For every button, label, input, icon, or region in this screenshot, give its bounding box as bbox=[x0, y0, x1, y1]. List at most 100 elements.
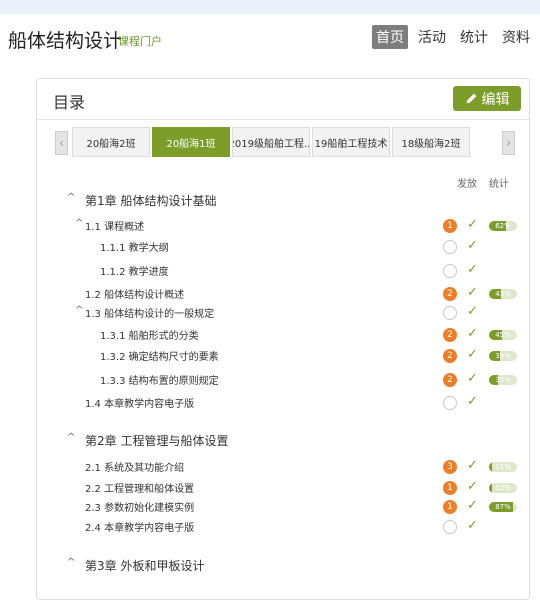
check-icon: ✓ bbox=[467, 238, 478, 253]
site-header: 船体结构设计 课程门户 首页 活动 统计 资料 bbox=[0, 14, 540, 62]
class-tab[interactable]: 2019级船舶工程... bbox=[232, 127, 310, 157]
class-tab[interactable]: 18级船海2班 bbox=[392, 127, 470, 157]
toc-item[interactable]: 1.3.2 确定结构尺寸的要素 2 ✓ 39% bbox=[37, 346, 529, 366]
class-tab[interactable]: 20船海2班 bbox=[72, 127, 150, 157]
toc-item[interactable]: 2.2 工程管理和船体设置 1 ✓ 12% bbox=[37, 478, 529, 498]
check-icon: ✓ bbox=[467, 285, 478, 300]
toc-item-label[interactable]: 1.1.1 教学大纲 bbox=[100, 239, 169, 254]
course-portal-label[interactable]: 课程门户 bbox=[118, 33, 162, 49]
empty-count-icon bbox=[443, 240, 457, 254]
check-icon: ✓ bbox=[467, 347, 478, 362]
toc-chapter[interactable]: ^ 第1章 船体结构设计基础 bbox=[37, 190, 529, 210]
check-icon: ✓ bbox=[467, 394, 478, 409]
class-tabs: ‹ 20船海2班 20船海1班 2019级船舶工程... 19船舶工程技术 18级船海2… bbox=[51, 127, 517, 157]
edit-button-label: 编辑 bbox=[481, 91, 510, 108]
completion-percent: 43% bbox=[489, 289, 517, 299]
toc-item[interactable]: 2.4 本章教学内容电子版 ✓ bbox=[37, 517, 529, 537]
check-icon: ✓ bbox=[467, 458, 478, 473]
toc-item[interactable]: 2.3 参数初始化建模实例 1 ✓ 87% bbox=[37, 497, 529, 517]
toc-item[interactable]: ^ 1.3 船体结构设计的一般规定 ✓ bbox=[37, 303, 529, 323]
completion-percent: 33% bbox=[489, 375, 517, 385]
nav-materials[interactable]: 资料 bbox=[498, 25, 534, 49]
panel-title: 目录 bbox=[53, 93, 86, 112]
activity-count-badge[interactable]: 2 bbox=[443, 328, 457, 342]
completion-text: 11% bbox=[495, 463, 511, 471]
toc-item[interactable]: 1.3.1 船舶形式的分类 2 ✓ 45% bbox=[37, 325, 529, 345]
pencil-icon bbox=[466, 93, 476, 104]
toc-item-label[interactable]: 2.3 参数初始化建模实例 bbox=[85, 499, 194, 514]
completion-text: 45% bbox=[495, 331, 511, 339]
check-icon: ✓ bbox=[467, 479, 478, 494]
completion-text: 39% bbox=[495, 352, 511, 360]
panel-header: 目录 编辑 bbox=[37, 79, 529, 120]
empty-count-icon bbox=[443, 306, 457, 320]
toc-item-label[interactable]: 1.3.3 结构布置的原则规定 bbox=[100, 372, 219, 387]
activity-count-badge[interactable]: 1 bbox=[443, 500, 457, 514]
toc-item-label[interactable]: 2.1 系统及其功能介绍 bbox=[85, 459, 184, 474]
toc-item-label[interactable]: 2.4 本章教学内容电子版 bbox=[85, 519, 194, 534]
check-icon: ✓ bbox=[467, 262, 478, 277]
toc-item-label[interactable]: 2.2 工程管理和船体设置 bbox=[85, 480, 194, 495]
toc-panel: 目录 编辑 ‹ 20船海2班 20船海1班 2019级船舶工程... 19船舶工程技术… bbox=[36, 78, 530, 600]
toc-item[interactable]: ^ 1.1 课程概述 1 ✓ 62% bbox=[37, 216, 529, 236]
course-title[interactable]: 船体结构设计 bbox=[8, 26, 122, 53]
toc-item[interactable]: 1.3.3 结构布置的原则规定 2 ✓ 33% bbox=[37, 370, 529, 390]
activity-count-badge[interactable]: 1 bbox=[443, 219, 457, 233]
toc-item-label[interactable]: 1.2 船体结构设计概述 bbox=[85, 286, 184, 301]
nav-stats[interactable]: 统计 bbox=[456, 25, 492, 49]
completion-percent: 12% bbox=[489, 483, 517, 493]
toc-item-label[interactable]: 1.3.2 确定结构尺寸的要素 bbox=[100, 348, 219, 363]
activity-count-badge[interactable]: 1 bbox=[443, 481, 457, 495]
toc-item-label[interactable]: 1.1 课程概述 bbox=[85, 218, 144, 233]
completion-text: 62% bbox=[495, 222, 511, 230]
tabs-next-arrow-icon[interactable]: › bbox=[502, 131, 515, 155]
toc-item-label[interactable]: 第2章 工程管理与船体设置 bbox=[85, 432, 228, 449]
activity-count-badge[interactable]: 2 bbox=[443, 349, 457, 363]
activity-count-badge[interactable]: 3 bbox=[443, 460, 457, 474]
class-tab[interactable]: 20船海1班 bbox=[152, 127, 230, 157]
completion-percent: 87% bbox=[489, 502, 517, 512]
activity-count-badge[interactable]: 2 bbox=[443, 287, 457, 301]
check-icon: ✓ bbox=[467, 518, 478, 533]
completion-percent: 11% bbox=[489, 462, 517, 472]
class-tab[interactable]: 19船舶工程技术 bbox=[312, 127, 390, 157]
toc-item[interactable]: 1.1.1 教学大纲 ✓ bbox=[37, 237, 529, 257]
toc-item-label[interactable]: 1.3.1 船舶形式的分类 bbox=[100, 327, 199, 342]
caret-up-icon[interactable]: ^ bbox=[67, 192, 75, 203]
completion-percent: 62% bbox=[489, 221, 517, 231]
toc-item[interactable]: 1.2 船体结构设计概述 2 ✓ 43% bbox=[37, 284, 529, 304]
toc-item-label[interactable]: 第1章 船体结构设计基础 bbox=[85, 192, 216, 209]
nav-home[interactable]: 首页 bbox=[372, 25, 408, 49]
toc-item-label[interactable]: 1.3 船体结构设计的一般规定 bbox=[85, 305, 214, 320]
tab-list: 20船海2班 20船海1班 2019级船舶工程... 19船舶工程技术 18级船海2班 bbox=[72, 127, 472, 157]
empty-count-icon bbox=[443, 396, 457, 410]
toc-item[interactable]: 2.1 系统及其功能介绍 3 ✓ 11% bbox=[37, 457, 529, 477]
toc-chapter[interactable]: ^ 第2章 工程管理与船体设置 bbox=[37, 430, 529, 450]
caret-up-icon[interactable]: ^ bbox=[67, 557, 75, 568]
toc-chapter[interactable]: ^ 第3章 外板和甲板设计 bbox=[37, 555, 529, 575]
col-publish: 发放 bbox=[457, 179, 477, 190]
check-icon: ✓ bbox=[467, 498, 478, 513]
nav-activity[interactable]: 活动 bbox=[414, 25, 450, 49]
toc-item-label[interactable]: 1.4 本章教学内容电子版 bbox=[85, 395, 194, 410]
caret-up-icon[interactable]: ^ bbox=[67, 432, 75, 443]
completion-text: 12% bbox=[495, 484, 511, 492]
toc-item-label[interactable]: 1.1.2 教学进度 bbox=[100, 263, 169, 278]
check-icon: ✓ bbox=[467, 217, 478, 232]
check-icon: ✓ bbox=[467, 304, 478, 319]
tabs-prev-arrow-icon[interactable]: ‹ bbox=[55, 131, 68, 155]
check-icon: ✓ bbox=[467, 371, 478, 386]
edit-button[interactable]: 编辑 bbox=[453, 86, 521, 111]
caret-up-icon[interactable]: ^ bbox=[75, 218, 83, 229]
column-headers: 发放 统计 bbox=[457, 175, 509, 190]
top-nav: 首页 活动 统计 资料 bbox=[372, 25, 534, 49]
toc-item[interactable]: 1.1.2 教学进度 ✓ bbox=[37, 261, 529, 281]
empty-count-icon bbox=[443, 520, 457, 534]
completion-text: 33% bbox=[495, 376, 511, 384]
toc-item[interactable]: 1.4 本章教学内容电子版 ✓ bbox=[37, 393, 529, 413]
col-stats: 统计 bbox=[489, 179, 509, 190]
activity-count-badge[interactable]: 2 bbox=[443, 373, 457, 387]
toc-item-label[interactable]: 第3章 外板和甲板设计 bbox=[85, 557, 204, 574]
caret-up-icon[interactable]: ^ bbox=[75, 305, 83, 316]
check-icon: ✓ bbox=[467, 326, 478, 341]
